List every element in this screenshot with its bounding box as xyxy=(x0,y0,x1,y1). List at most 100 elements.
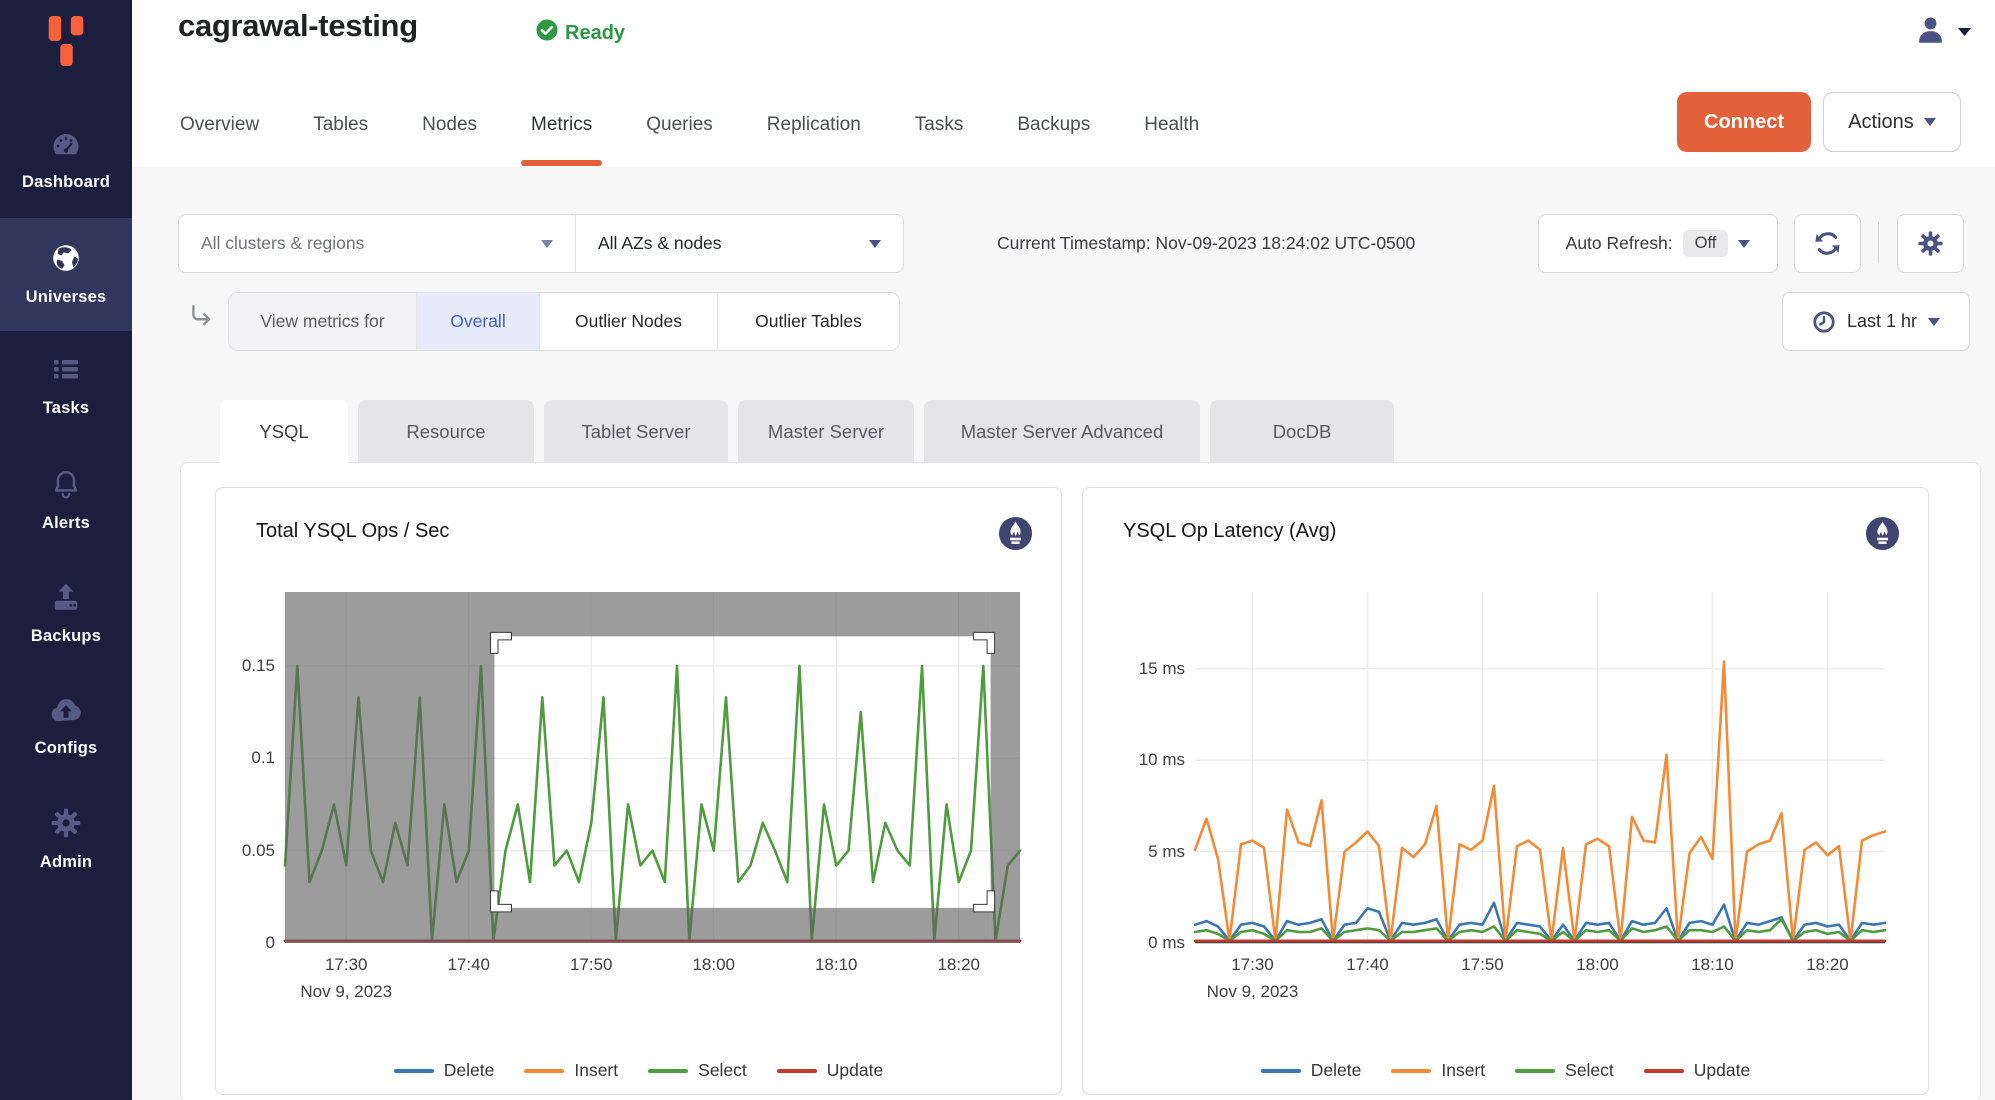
sidebar-item-universes[interactable]: Universes xyxy=(0,218,132,331)
chevron-down-icon xyxy=(1928,318,1940,326)
metric-tab-master-server-advanced[interactable]: Master Server Advanced xyxy=(924,400,1200,463)
connect-button[interactable]: Connect xyxy=(1677,92,1811,152)
view-metrics-for-control: View metrics for Overall Outlier Nodes O… xyxy=(228,292,900,351)
tab-health[interactable]: Health xyxy=(1142,84,1201,166)
legend-item-delete[interactable]: Delete xyxy=(1261,1060,1362,1081)
x-axis-tick-label: 17:50 xyxy=(1438,955,1528,975)
az-nodes-select[interactable]: All AZs & nodes xyxy=(576,215,903,272)
series-insert xyxy=(1195,662,1885,941)
tab-metrics[interactable]: Metrics xyxy=(529,84,594,166)
plot-area[interactable] xyxy=(1195,592,1885,943)
ready-check-icon xyxy=(536,19,558,47)
legend-item-update[interactable]: Update xyxy=(1644,1060,1750,1081)
x-axis-tick-label: 17:30 xyxy=(301,955,391,975)
legend-swatch xyxy=(1644,1069,1684,1073)
tab-queries[interactable]: Queries xyxy=(644,84,715,166)
chevron-down-icon xyxy=(541,240,553,248)
metric-tab-docdb[interactable]: DocDB xyxy=(1210,400,1394,463)
chart-title: YSQL Op Latency (Avg) xyxy=(1123,520,1336,543)
tab-backups[interactable]: Backups xyxy=(1015,84,1092,166)
zoom-dim-overlay xyxy=(494,908,990,943)
metric-category-tabs: YSQL Resource Tablet Server Master Serve… xyxy=(220,400,1394,463)
sidebar-item-configs[interactable]: Configs xyxy=(0,670,132,783)
chart-card-total-ysql-ops: Total YSQL Ops / Sec 00.050.10.1517:30No… xyxy=(215,487,1062,1095)
tab-tables[interactable]: Tables xyxy=(311,84,370,166)
legend-swatch xyxy=(648,1069,688,1073)
x-axis-tick-label: 18:20 xyxy=(1783,955,1873,975)
metric-tab-resource[interactable]: Resource xyxy=(358,400,534,463)
x-axis-tick-label: 17:40 xyxy=(1323,955,1413,975)
view-option-outlier-nodes[interactable]: Outlier Nodes xyxy=(539,293,717,350)
metric-tab-master-server[interactable]: Master Server xyxy=(738,400,914,463)
view-option-overall[interactable]: Overall xyxy=(416,293,539,350)
gear-icon xyxy=(1917,230,1944,257)
metric-tab-tablet-server[interactable]: Tablet Server xyxy=(544,400,728,463)
legend-item-insert[interactable]: Insert xyxy=(524,1060,618,1081)
legend-swatch xyxy=(1391,1069,1431,1073)
legend-label: Delete xyxy=(444,1060,495,1081)
zoom-dim-overlay xyxy=(285,592,494,943)
view-option-outlier-tables[interactable]: Outlier Tables xyxy=(717,293,899,350)
auto-refresh-select[interactable]: Auto Refresh: Off xyxy=(1538,214,1778,273)
plot-area[interactable] xyxy=(285,592,1020,943)
legend-swatch xyxy=(524,1069,564,1073)
selection-corner-bracket[interactable] xyxy=(490,891,511,912)
toolbar-divider xyxy=(1878,222,1879,263)
time-range-select[interactable]: Last 1 hr xyxy=(1782,292,1970,351)
x-axis-tick-label: 17:40 xyxy=(424,955,514,975)
x-axis-tick-label: 18:10 xyxy=(1668,955,1758,975)
y-axis-tick-label: 0 xyxy=(200,933,275,953)
user-icon xyxy=(1915,14,1946,50)
sidebar-item-tasks[interactable]: Tasks xyxy=(0,331,132,444)
sidebar-item-label: Tasks xyxy=(43,399,90,418)
x-axis-tick-label: 18:10 xyxy=(791,955,881,975)
chevron-down-icon xyxy=(1958,23,1971,41)
sidebar-item-label: Dashboard xyxy=(22,173,110,192)
selection-corner-bracket[interactable] xyxy=(974,632,995,653)
legend-item-insert[interactable]: Insert xyxy=(1391,1060,1485,1081)
legend-item-delete[interactable]: Delete xyxy=(394,1060,495,1081)
sidebar-item-dashboard[interactable]: Dashboard xyxy=(0,105,132,218)
x-axis-tick-label: 18:00 xyxy=(669,955,759,975)
legend-item-select[interactable]: Select xyxy=(1515,1060,1614,1081)
prometheus-icon[interactable] xyxy=(1865,516,1900,556)
sidebar-item-label: Backups xyxy=(31,627,101,646)
universe-tabs: Overview Tables Nodes Metrics Queries Re… xyxy=(178,84,1201,166)
selection-corner-bracket[interactable] xyxy=(490,632,511,653)
legend-swatch xyxy=(777,1069,817,1073)
metrics-settings-button[interactable] xyxy=(1897,214,1964,273)
selection-corner-bracket[interactable] xyxy=(974,891,995,912)
chart-legend: Delete Insert Select Update xyxy=(1083,1060,1928,1081)
sidebar-item-label: Configs xyxy=(35,739,98,758)
dashboard-icon xyxy=(50,131,82,164)
tab-tasks[interactable]: Tasks xyxy=(913,84,966,166)
sidebar-item-backups[interactable]: Backups xyxy=(0,557,132,670)
actions-label: Actions xyxy=(1848,111,1914,134)
legend-item-update[interactable]: Update xyxy=(777,1060,883,1081)
sidebar-item-label: Alerts xyxy=(42,514,90,533)
universe-title: cagrawal-testing xyxy=(178,8,418,44)
legend-item-select[interactable]: Select xyxy=(648,1060,747,1081)
yugabyte-console: Dashboard Universes Tasks Alerts xyxy=(0,0,1995,1100)
auto-refresh-label: Auto Refresh: xyxy=(1566,233,1673,254)
yugabyte-logo-icon[interactable] xyxy=(0,12,132,70)
tab-replication[interactable]: Replication xyxy=(765,84,863,166)
refresh-button[interactable] xyxy=(1794,214,1861,273)
tab-overview[interactable]: Overview xyxy=(178,84,261,166)
y-axis-tick-label: 10 ms xyxy=(1110,750,1185,770)
y-axis-tick-label: 0.1 xyxy=(200,748,275,768)
sidebar-item-admin[interactable]: Admin xyxy=(0,783,132,896)
chart-card-ysql-op-latency: YSQL Op Latency (Avg) 0 ms5 ms10 ms15 ms… xyxy=(1082,487,1929,1095)
clusters-regions-select[interactable]: All clusters & regions xyxy=(179,215,576,272)
clock-icon xyxy=(1812,310,1836,334)
legend-swatch xyxy=(1261,1069,1301,1073)
legend-label: Insert xyxy=(1441,1060,1485,1081)
gear-icon xyxy=(50,807,82,844)
tab-nodes[interactable]: Nodes xyxy=(420,84,479,166)
prometheus-icon[interactable] xyxy=(998,516,1033,556)
user-menu[interactable] xyxy=(1915,14,1971,50)
legend-label: Update xyxy=(827,1060,883,1081)
sidebar-item-alerts[interactable]: Alerts xyxy=(0,444,132,557)
actions-button[interactable]: Actions xyxy=(1823,92,1961,152)
metric-tab-ysql[interactable]: YSQL xyxy=(220,400,348,463)
